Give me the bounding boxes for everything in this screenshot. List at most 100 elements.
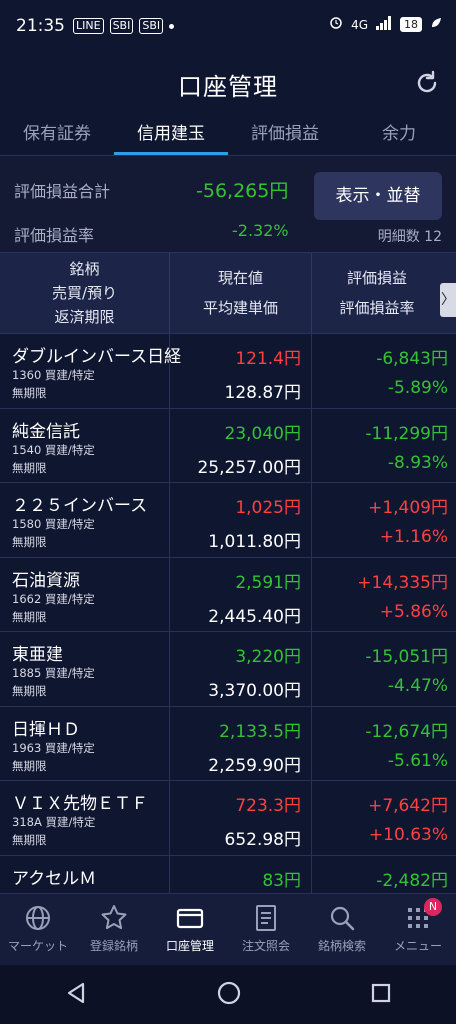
repay-term: 無期限 [12,833,47,847]
tab-bar: 保有証券 信用建玉 評価損益 余力 [0,116,456,156]
price-cell: 3,220円 3,370.00円 [170,632,312,706]
symbol-cell: 石油資源 1662 買建/特定 無期限 [0,557,170,631]
symbol-name: 純金信託 [12,421,80,442]
current-price: 23,040円 [224,423,301,444]
header-pl-rate-label: 評価損益率 [339,299,415,317]
header-term-label: 返済期限 [54,308,115,326]
symbol-name: 石油資源 [12,570,80,591]
profit-loss-rate: +10.63% [368,825,448,845]
line-app-icon: LINE [73,18,104,34]
sbi-app-icon: SBI [109,18,134,34]
header-col-pl[interactable]: 評価損益 評価損益率 [312,253,442,333]
symbol-code-trade: 1360 買建/特定 [12,368,95,382]
header-col-price[interactable]: 現在値 平均建単価 [170,253,312,333]
pl-cell: -11,299円 -8.93% [312,409,456,483]
signal-icon [376,16,392,33]
symbol-name: ２２５インバース [12,496,148,516]
symbol-name: ＶＩＸ先物ＥＴＦ [12,794,148,814]
pl-cell: -15,051円 -4.47% [312,632,456,706]
document-icon [256,905,276,931]
pl-cell: +1,409円 +1.16% [312,483,456,557]
system-nav-bar [0,965,456,1024]
nav-account[interactable]: 口座管理 [152,894,228,965]
nav-menu[interactable]: N メニュー [380,894,456,965]
profit-loss: -6,843円 [376,349,448,369]
symbol-cell: 日揮ＨＤ 1963 買建/特定 無期限 [0,706,170,780]
symbol-code-trade: 1885 買建/特定 [12,666,95,680]
repay-term: 無期限 [12,386,47,400]
profit-loss: -2,482円 [376,870,448,891]
tab-holdings[interactable]: 保有証券 [0,116,114,155]
profit-loss-rate: -8.93% [387,452,448,473]
total-pl-label: 評価損益合計 [14,182,111,201]
average-price: 2,259.90円 [208,755,301,776]
header-col-symbol[interactable]: 銘柄 売買/預り 返済期限 [0,253,170,333]
profit-loss: -11,299円 [365,423,448,444]
header: 口座管理 [0,52,456,116]
symbol-cell: 東亜建 1885 買建/特定 無期限 [0,632,170,706]
tab-buying-power[interactable]: 余力 [342,116,456,155]
tab-margin-positions[interactable]: 信用建玉 [114,116,228,155]
nav-orders[interactable]: 注文照会 [228,894,304,965]
average-price: 3,370.00円 [208,681,301,701]
bottom-nav: マーケット 登録銘柄 口座管理 注文照会 銘柄検索 N メニュー [0,893,456,965]
battery-icon: 18 [400,17,422,32]
position-row[interactable]: 東亜建 1885 買建/特定 無期限 3,220円 3,370.00円 -15,… [0,632,456,707]
scroll-right-icon[interactable]: 〉 [440,283,456,317]
nav-search[interactable]: 銘柄検索 [304,894,380,965]
price-cell: 121.4円 128.87円 [170,334,312,408]
symbol-name: アクセルＭ [12,868,97,889]
symbol-cell: ２２５インバース 1580 買建/特定 無期限 [0,483,170,557]
current-price: 2,591円 [235,572,301,593]
header-symbol-label: 銘柄 [69,260,100,278]
position-row[interactable]: 純金信託 1540 買建/特定 無期限 23,040円 25,257.00円 -… [0,408,456,483]
tab-valuation[interactable]: 評価損益 [228,116,342,155]
price-cell: 23,040円 25,257.00円 [170,408,312,482]
position-row[interactable]: ２２５インバース 1580 買建/特定 無期限 1,025円 1,011.80円… [0,483,456,558]
position-row[interactable]: ダブルインバース日経 1360 買建/特定 無期限 121.4円 128.87円… [0,334,456,409]
price-cell: 2,591円 2,445.40円 [170,557,312,631]
back-icon[interactable] [64,981,88,1009]
nav-watchlist-label: 登録銘柄 [89,939,138,953]
nav-market[interactable]: マーケット [0,894,76,965]
refresh-icon[interactable] [412,68,442,98]
profit-loss: +14,335円 [357,572,448,593]
positions-list: ダブルインバース日経 1360 買建/特定 無期限 121.4円 128.87円… [0,334,456,930]
header-pl-label: 評価損益 [346,269,407,287]
active-tab-indicator [114,152,228,155]
table-header: 銘柄 売買/預り 返済期限 現在値 平均建単価 評価損益 評価損益率 〉 [0,252,456,334]
current-price: 3,220円 [235,647,301,667]
profit-loss-rate: -5.89% [387,378,448,398]
search-icon [330,906,355,931]
nav-search-label: 銘柄検索 [317,939,366,953]
nav-watchlist[interactable]: 登録銘柄 [76,894,152,965]
notification-dot-icon [169,23,175,29]
symbol-code-trade: 318A 買建/特定 [12,815,96,829]
price-cell: 1,025円 1,011.80円 [170,483,312,557]
nav-market-label: マーケット [7,939,68,953]
repay-term: 無期限 [12,609,47,624]
pl-cell: +14,335円 +5.86% [312,558,456,632]
display-sort-button[interactable]: 表示・並替 [314,172,442,220]
profit-loss: +1,409円 [368,498,448,518]
profit-loss-rate: -4.47% [387,676,448,696]
position-row[interactable]: 日揮ＨＤ 1963 買建/特定 無期限 2,133.5円 2,259.90円 -… [0,706,456,781]
header-trade-type-label: 売買/預り [51,284,118,302]
pl-cell: -6,843円 -5.89% [312,334,456,408]
price-cell: 723.3円 652.98円 [170,781,312,855]
average-price: 25,257.00円 [197,457,301,478]
repay-term: 無期限 [12,758,47,773]
symbol-code-trade: 1540 買建/特定 [12,442,95,457]
pl-cell: -12,674円 -5.61% [312,707,456,781]
item-count: 明細数 12 [377,229,442,245]
current-price: 83円 [262,870,301,891]
home-icon[interactable] [216,980,242,1010]
status-time: 21:35 [16,16,65,36]
position-row[interactable]: 石油資源 1662 買建/特定 無期限 2,591円 2,445.40円 +14… [0,557,456,632]
pl-rate-label: 評価損益率 [14,226,95,245]
position-row[interactable]: ＶＩＸ先物ＥＴＦ 318A 買建/特定 無期限 723.3円 652.98円 +… [0,781,456,856]
status-bar: 21:35 LINE SBI SBI 4G 18 [0,0,456,52]
recents-icon[interactable] [370,982,392,1008]
globe-icon [26,906,50,930]
profit-loss-rate: +5.86% [379,601,448,622]
